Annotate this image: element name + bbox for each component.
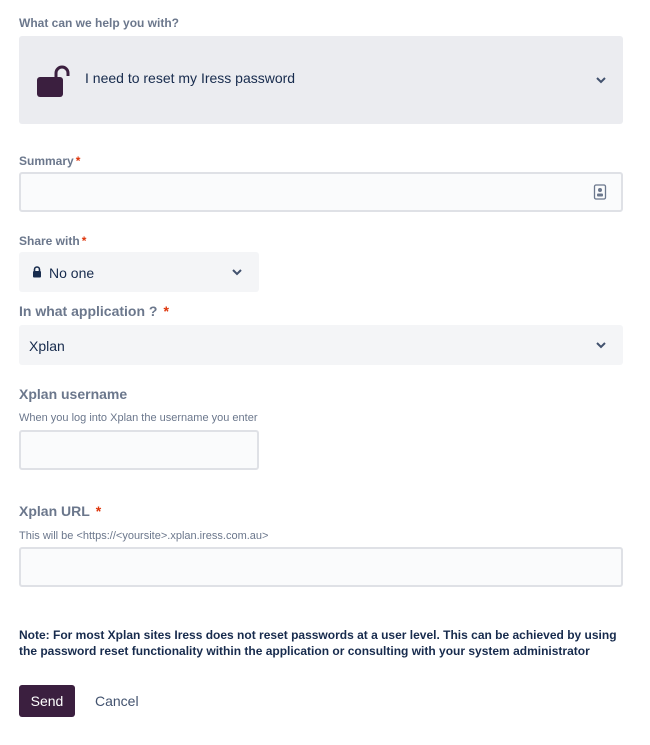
application-value: Xplan xyxy=(29,338,65,354)
share-with-label: Share with * xyxy=(19,234,87,248)
password-note: Note: For most Xplan sites Iress does no… xyxy=(19,628,617,658)
username-label: Xplan username xyxy=(19,386,128,402)
send-button[interactable]: Send xyxy=(19,685,75,717)
summary-field[interactable] xyxy=(19,172,623,212)
url-field[interactable] xyxy=(19,547,623,587)
request-type-value: I need to reset my Iress password xyxy=(85,70,296,86)
share-with-value: No one xyxy=(49,265,95,281)
request-type-label: What can we help you with? xyxy=(19,16,180,30)
chevron-down-icon xyxy=(232,269,242,276)
lock-icon xyxy=(32,265,42,278)
url-label: Xplan URL * xyxy=(19,503,102,519)
application-label: In what application ? * xyxy=(19,303,169,319)
cancel-button[interactable]: Cancel xyxy=(84,685,150,717)
chevron-down-icon xyxy=(596,77,606,84)
contact-card-icon xyxy=(593,184,607,200)
request-type-select[interactable]: I need to reset my Iress password xyxy=(19,36,623,124)
summary-label: Summary * xyxy=(19,154,81,168)
username-field[interactable] xyxy=(19,430,259,470)
username-help: When you log into Xplan the username you… xyxy=(19,412,258,424)
url-help: This will be <https://<yoursite>.xplan.i… xyxy=(19,530,269,542)
share-with-select[interactable]: No one xyxy=(19,252,259,292)
application-select[interactable]: Xplan xyxy=(19,325,623,365)
unlocked-padlock-icon xyxy=(36,64,70,98)
chevron-down-icon xyxy=(596,342,606,349)
